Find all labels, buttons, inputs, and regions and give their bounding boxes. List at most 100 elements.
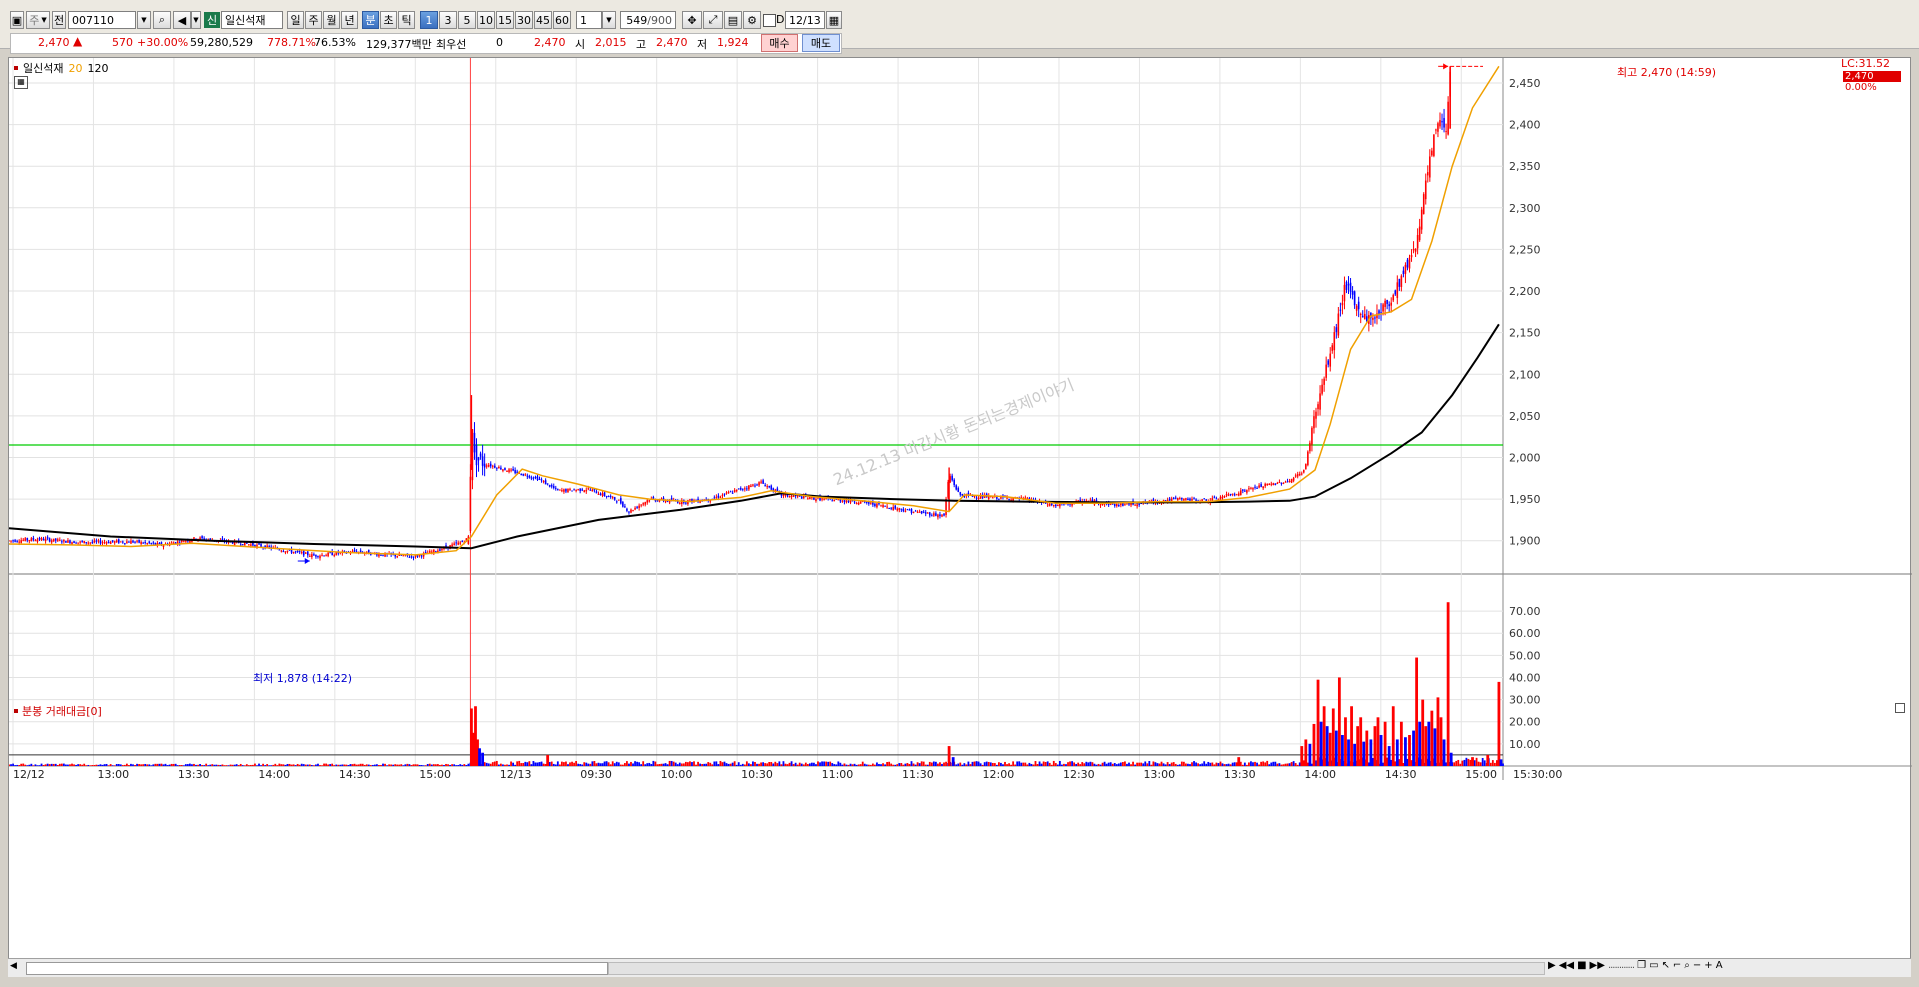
sell-button[interactable]: 매도 [802, 34, 840, 52]
volume-bar [697, 761, 699, 766]
sound-button[interactable]: ◀ [173, 11, 191, 29]
calendar-button[interactable]: ▦ [826, 11, 842, 29]
period-day[interactable]: 일 [287, 11, 304, 29]
candle-body [101, 542, 104, 544]
zoom-out-icon[interactable]: − [1693, 960, 1701, 971]
candle-body [79, 541, 81, 543]
buy-button[interactable]: 매수 [761, 34, 798, 52]
stock-chart[interactable]: 1,900 1,950 2,000 2,050 2,100 2,150 2,200 2,250… [9, 58, 1912, 978]
price-tick-label: 1,950 [1509, 493, 1541, 506]
volume-bar [1085, 761, 1088, 766]
rewind-icon[interactable]: ◀◀ [1559, 960, 1574, 971]
volume-bar [1081, 762, 1084, 766]
stock-code-input[interactable]: 007110 [68, 11, 136, 29]
volume-bar [83, 763, 86, 766]
interval-3[interactable]: 3 [439, 11, 457, 29]
volume-bar [56, 764, 59, 766]
pointer-icon[interactable]: ↖ [1662, 960, 1670, 971]
candle-body [823, 498, 825, 500]
volume-bar [176, 765, 179, 766]
window-menu-button[interactable]: ▣ [10, 11, 24, 29]
candle-body [595, 491, 598, 494]
volume-bar [829, 761, 832, 766]
volume-tick-label: 50.00 [1509, 649, 1541, 662]
zoom-icon[interactable]: ⌕ [1684, 960, 1690, 971]
volume-bar [1000, 762, 1002, 766]
scroll-left-icon[interactable]: ◀ [10, 961, 22, 974]
volume-bar [747, 763, 750, 766]
search-button[interactable]: ⌕ [153, 11, 171, 29]
volume-bar [1215, 762, 1218, 766]
candle-body [122, 541, 124, 543]
data-count-field[interactable]: 549/900 [620, 11, 676, 29]
fast-forward-icon[interactable]: ▶▶ [1590, 960, 1605, 971]
save-button[interactable]: ▤ [724, 11, 742, 29]
volume-bar [304, 764, 307, 766]
candle-body [573, 489, 575, 491]
period-second[interactable]: 초 [380, 11, 397, 29]
candle-body [853, 501, 856, 503]
volume-panel-close[interactable] [1895, 703, 1905, 713]
market-select[interactable]: 주 ▼ [26, 11, 50, 29]
volume-bar [345, 764, 348, 766]
period-year[interactable]: 년 [341, 11, 358, 29]
play-icon[interactable]: ▶ [1548, 960, 1556, 971]
scroll-thumb-right[interactable] [608, 962, 1545, 975]
candle-body [1355, 305, 1358, 311]
candle-body [138, 539, 140, 543]
volume-bar [1457, 759, 1460, 766]
period-minute[interactable]: 분 [362, 11, 379, 29]
volume-bar [900, 763, 903, 766]
period-week[interactable]: 주 [305, 11, 322, 29]
interval-5[interactable]: 5 [458, 11, 476, 29]
stock-name-field[interactable]: 일신석재 [221, 11, 283, 29]
interval-1[interactable]: 1 [420, 11, 438, 29]
tool-icon[interactable]: ⌐ [1673, 960, 1681, 971]
date-input[interactable]: 12/13 [785, 11, 825, 29]
stock-code-dropdown[interactable]: ▼ [137, 11, 151, 29]
interval-60[interactable]: 60 [553, 11, 571, 29]
print-icon[interactable]: ▭ [1649, 960, 1658, 971]
volume-bar [91, 765, 94, 766]
chart-table-toggle[interactable]: ▦ [14, 76, 28, 89]
volume-bar [1325, 726, 1329, 766]
interval-30[interactable]: 30 [515, 11, 533, 29]
zoom-in-icon[interactable]: + [1704, 960, 1712, 971]
crosshair-tool-button[interactable]: ✥ [682, 11, 702, 29]
volume-bar [810, 762, 813, 766]
chart-area[interactable]: 1,900 1,950 2,000 2,050 2,100 2,150 2,200 2,250… [8, 57, 1912, 978]
candle-body [1416, 235, 1419, 249]
candle-body [916, 511, 919, 513]
font-icon[interactable]: A [1716, 960, 1723, 971]
volume-bar [1296, 764, 1299, 766]
volume-bar [1412, 730, 1415, 766]
range-slider[interactable]: ............ [1608, 960, 1635, 971]
period-month[interactable]: 월 [323, 11, 340, 29]
candle-body [382, 554, 384, 556]
sound-dropdown[interactable]: ▼ [191, 11, 201, 29]
interval-45[interactable]: 45 [534, 11, 552, 29]
volume-bar [855, 764, 858, 766]
settings-button[interactable]: ⚙ [743, 11, 761, 29]
stop-icon[interactable]: ■ [1577, 960, 1586, 971]
candle-body [183, 541, 185, 543]
interval-15[interactable]: 15 [496, 11, 514, 29]
candle-body [1221, 496, 1224, 499]
custom-interval-select[interactable]: 1 [576, 11, 602, 29]
prefix-button[interactable]: 전 [52, 11, 66, 29]
custom-interval-dropdown[interactable]: ▼ [602, 11, 616, 29]
trend-tool-button[interactable]: ⤢ [703, 11, 723, 29]
scroll-thumb[interactable] [26, 962, 608, 975]
d-checkbox[interactable] [763, 14, 776, 27]
candle-body [1219, 496, 1222, 500]
volume-bar [981, 764, 984, 766]
volume-bar [1334, 730, 1338, 766]
volume-bar [719, 760, 722, 766]
volume-bar [36, 765, 39, 766]
copy-icon[interactable]: ❐ [1637, 960, 1646, 971]
interval-10[interactable]: 10 [477, 11, 495, 29]
candle-body [1213, 496, 1216, 498]
horizontal-scrollbar[interactable]: ◀ ▶ ◀◀ ■ ▶▶ ............ ❐ ▭ ↖ ⌐ ⌕ − + A [8, 958, 1911, 977]
period-tick[interactable]: 틱 [398, 11, 415, 29]
candle-body [26, 538, 29, 541]
